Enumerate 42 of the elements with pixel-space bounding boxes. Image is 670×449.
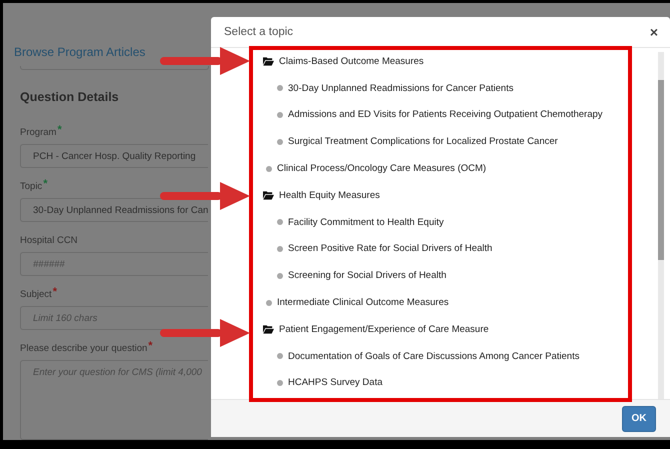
input-field[interactable]	[20, 66, 209, 70]
bullet-icon	[277, 85, 283, 92]
required-mark: *	[43, 180, 48, 188]
folder-icon	[263, 56, 274, 66]
topic-item[interactable]: 30-Day Unplanned Readmissions for Cancer Patients	[288, 82, 514, 94]
field-label: Subject	[20, 288, 52, 301]
bullet-icon	[277, 138, 283, 145]
input-field[interactable]: ######	[20, 252, 208, 276]
topic-item[interactable]: Clinical Process/Oncology Care Measures (OCM)	[277, 163, 486, 174]
folder-icon	[263, 190, 274, 200]
required-mark: *	[57, 126, 62, 134]
topic-item[interactable]: Screen Positive Rate for Social Drivers of Health	[288, 243, 492, 254]
field-label: Hospital CCN	[20, 234, 78, 247]
topic-item[interactable]: Surgical Treatment Complications for Localized Prostate Cancer	[288, 136, 558, 148]
scrollbar[interactable]	[658, 52, 664, 399]
topic-item[interactable]: HCAHPS Survey Data	[288, 377, 383, 388]
section-title: Question Details	[20, 90, 120, 105]
topic-item[interactable]: Health Equity Measures	[279, 190, 380, 201]
required-mark: *	[148, 342, 153, 350]
ok-button[interactable]: OK	[622, 406, 656, 432]
bullet-icon	[277, 112, 283, 118]
required-mark: *	[52, 288, 57, 296]
topic-item[interactable]: Intermediate Clinical Outcome Measures	[277, 297, 449, 308]
topic-item[interactable]: Patient Engagement/Experience of Care Measure	[279, 324, 489, 335]
bullet-icon	[277, 219, 283, 226]
topic-item[interactable]: Documentation of Goals of Care Discussions Among Cancer Patients	[288, 350, 580, 362]
close-button[interactable]: ×	[648, 24, 660, 40]
topic-item[interactable]: Facility Commitment to Health Equity	[288, 216, 444, 228]
bullet-icon	[277, 272, 283, 279]
field-label: Program	[20, 126, 56, 139]
topic-item[interactable]: Admissions and ED Visits for Patients Receiving Outpatient Chemotherapy	[288, 109, 603, 120]
dialog-title: Select a topic	[224, 26, 294, 38]
bullet-icon	[277, 353, 283, 360]
topic-item[interactable]: Screening for Social Drivers of Health	[288, 270, 446, 282]
topic-item[interactable]: Claims-Based Outcome Measures	[279, 56, 424, 67]
bullet-icon	[277, 380, 283, 386]
folder-icon	[263, 324, 274, 334]
bullet-icon	[277, 246, 283, 252]
bullet-icon	[266, 300, 272, 306]
field-label: Please describe your question	[20, 342, 148, 355]
field-label: Topic	[20, 180, 42, 193]
bullet-icon	[266, 166, 272, 172]
